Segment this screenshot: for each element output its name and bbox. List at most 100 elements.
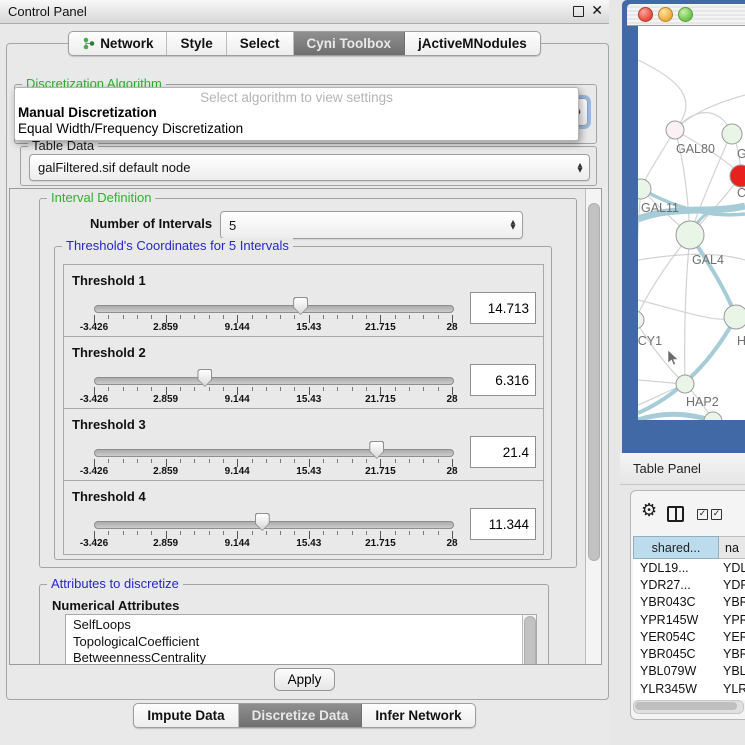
tick-mark [423,459,424,463]
cell-shared-name[interactable]: YPR145W [633,613,719,627]
cell-name[interactable]: YBR0 [719,647,745,661]
table-row[interactable]: YLR345WYLR3 [633,680,745,697]
tick-mark [337,387,338,391]
tab-impute-data[interactable]: Impute Data [134,704,238,727]
threshold-3-value-field[interactable] [470,436,536,468]
column-header-name[interactable]: na [719,536,745,559]
threshold-1-slider-track[interactable] [94,305,454,313]
table-row[interactable]: YBL079WYBL0 [633,663,745,680]
tick-mark [294,531,295,535]
gear-icon[interactable]: ⚙ [641,502,657,520]
slider-tick-labels: -3.4262.8599.14415.4321.71528 [94,466,452,478]
threshold-2-slider-thumb[interactable] [197,369,212,387]
threshold-3-slider-track[interactable] [94,449,454,457]
control-panel-title: Control Panel [8,4,87,19]
tab-jactivemnodules[interactable]: jActiveMNodules [405,32,540,55]
number-of-intervals-combobox[interactable]: 5 ▲▼ [220,211,523,239]
zoom-traffic-light[interactable] [678,7,693,22]
popup-item-manual-discretization[interactable]: Manual Discretization [15,105,578,121]
cell-name[interactable]: YBL0 [719,664,745,678]
list-item-betweennesscentrality[interactable]: BetweennessCentrality [66,650,536,665]
float-window-icon[interactable] [573,6,584,17]
close-traffic-light[interactable] [638,7,653,22]
network-node[interactable] [638,179,651,199]
table-data-combobox[interactable]: galFiltered.sif default node ▲▼ [29,154,590,181]
network-node[interactable] [638,311,644,329]
popup-item-equal-width-frequency[interactable]: Equal Width/Frequency Discretization [15,121,578,137]
threshold-4-slider-thumb[interactable] [255,513,270,531]
table-row[interactable]: YPR145WYPR1 [633,611,745,628]
network-icon [82,37,95,50]
tick-mark [180,315,181,319]
tick-mark [137,459,138,463]
tick-mark [266,531,267,535]
tick-mark [209,459,210,463]
network-node[interactable] [722,124,742,144]
threshold-2-value-field[interactable] [470,364,536,396]
network-canvas[interactable]: GAL80GACGAL11GAL4GCY1HHAP2 [638,26,745,420]
threshold-2-slider-track[interactable] [94,377,454,385]
column-header-shared-name[interactable]: shared... [633,536,719,559]
cell-name[interactable]: YBR0 [719,595,745,609]
tab-select[interactable]: Select [227,32,294,55]
network-node[interactable] [704,412,722,420]
cell-name[interactable]: YDL1 [719,561,745,575]
cell-name[interactable]: YER0 [719,630,745,644]
tab-infer-network[interactable]: Infer Network [362,704,474,727]
tick-mark [137,387,138,391]
network-node[interactable] [730,165,745,187]
tick-mark [151,531,152,535]
tick-mark [438,315,439,319]
list-item-topologicalcoefficient[interactable]: TopologicalCoefficient [66,634,536,651]
threshold-1-slider-thumb[interactable] [293,297,308,315]
tick-label: 15.43 [296,322,321,333]
cell-shared-name[interactable]: YBR045C [633,647,719,661]
tick-mark [123,315,124,319]
cell-shared-name[interactable]: YBL079W [633,664,719,678]
cell-shared-name[interactable]: YBR043C [633,595,719,609]
tab-impute-data-label: Impute Data [147,704,224,727]
tab-network[interactable]: Network [69,32,167,55]
threshold-3-slider-thumb[interactable] [369,441,384,459]
tab-cyni-toolbox[interactable]: Cyni Toolbox [294,32,406,55]
minimize-traffic-light[interactable] [658,7,673,22]
network-node[interactable] [676,375,694,393]
cell-name[interactable]: YDR2 [719,578,745,592]
network-node[interactable] [676,221,704,249]
tab-discretize-data[interactable]: Discretize Data [239,704,363,727]
network-node[interactable] [666,121,684,139]
tick-mark [194,531,195,535]
table-row[interactable]: YBR045CYBR0 [633,645,745,662]
cell-name[interactable]: YLR3 [719,682,745,696]
table-row[interactable]: YBR043CYBR0 [633,594,745,611]
table-row[interactable]: YDR27...YDR2 [633,576,745,593]
cell-shared-name[interactable]: YDR27... [633,578,719,592]
control-panel-titlebar: Control Panel ✕ [0,0,609,24]
threshold-1-value-field[interactable] [470,292,536,324]
threshold-4-value-field[interactable] [470,508,536,540]
apply-button[interactable]: Apply [274,668,336,691]
table-row[interactable]: YER054CYER0 [633,628,745,645]
settings-vertical-scrollbar[interactable] [585,189,601,664]
threshold-4-slider-track[interactable] [94,521,454,529]
tick-mark [266,315,267,319]
cell-shared-name[interactable]: YER054C [633,630,719,644]
attributes-list-scrollbar[interactable] [522,615,536,665]
tick-mark [223,531,224,535]
cell-shared-name[interactable]: YDL19... [633,561,719,575]
tick-label: 2.859 [153,322,178,333]
list-item-selfloops[interactable]: SelfLoops [66,617,536,634]
table-horizontal-scrollbar[interactable] [633,700,744,714]
tick-mark [423,531,424,535]
table-row[interactable]: YDL19...YDL1 [633,559,745,576]
network-window-titlebar[interactable] [627,4,745,26]
close-icon[interactable]: ✕ [591,3,603,19]
columns-icon[interactable] [667,506,684,522]
interval-definition-legend: Interval Definition [47,190,155,205]
cell-name[interactable]: YPR1 [719,613,745,627]
tick-mark [352,315,353,319]
cell-shared-name[interactable]: YLR345W [633,682,719,696]
select-columns-checkboxes[interactable]: ✓ ✓ [697,509,722,520]
network-node[interactable] [724,305,745,329]
tab-style[interactable]: Style [167,32,226,55]
